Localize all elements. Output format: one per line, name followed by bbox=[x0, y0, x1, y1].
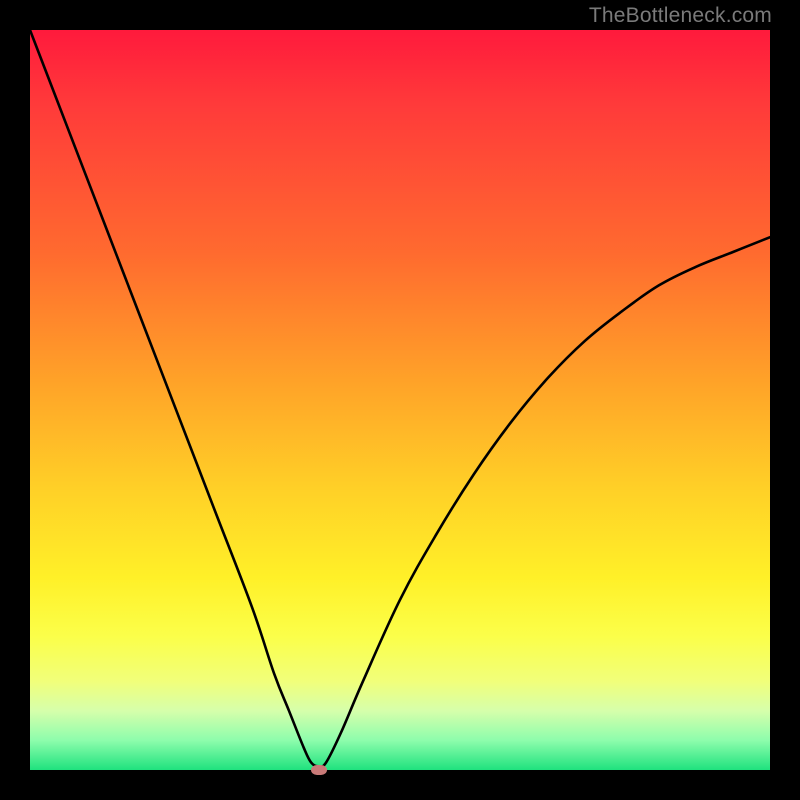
watermark-text: TheBottleneck.com bbox=[589, 4, 772, 28]
bottleneck-curve bbox=[30, 30, 770, 770]
plot-area bbox=[30, 30, 770, 770]
chart-frame: TheBottleneck.com bbox=[0, 0, 800, 800]
min-point-marker bbox=[311, 765, 327, 775]
